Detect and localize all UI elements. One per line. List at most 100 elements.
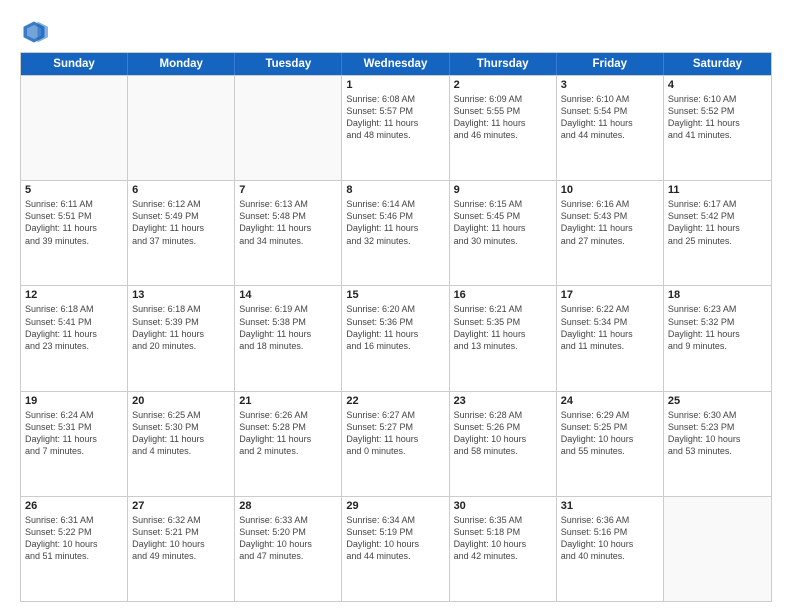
day-info: Sunrise: 6:08 AM Sunset: 5:57 PM Dayligh… [346,93,444,142]
day-number: 9 [454,184,552,196]
page: SundayMondayTuesdayWednesdayThursdayFrid… [0,0,792,612]
day-info: Sunrise: 6:15 AM Sunset: 5:45 PM Dayligh… [454,198,552,247]
day-info: Sunrise: 6:26 AM Sunset: 5:28 PM Dayligh… [239,409,337,458]
calendar-cell: 25 Sunrise: 6:30 AM Sunset: 5:23 PM Dayli… [664,392,771,496]
calendar-cell: 21 Sunrise: 6:26 AM Sunset: 5:28 PM Dayli… [235,392,342,496]
calendar-cell: 22 Sunrise: 6:27 AM Sunset: 5:27 PM Dayli… [342,392,449,496]
calendar-cell: 8 Sunrise: 6:14 AM Sunset: 5:46 PM Daylig… [342,181,449,285]
calendar-cell: 14Sunrise: 6:19 AM Sunset: 5:38 PM Dayli… [235,286,342,390]
day-number: 25 [668,395,767,407]
calendar-cell: 17 Sunrise: 6:22 AM Sunset: 5:34 PM Dayli… [557,286,664,390]
calendar-cell: 24 Sunrise: 6:29 AM Sunset: 5:25 PM Dayli… [557,392,664,496]
day-number: 29 [346,500,444,512]
day-number: 7 [239,184,337,196]
day-info: Sunrise: 6:18 AM Sunset: 5:41 PM Dayligh… [25,303,123,352]
calendar-row: 26 Sunrise: 6:31 AM Sunset: 5:22 PM Dayli… [21,496,771,601]
calendar-cell: 26 Sunrise: 6:31 AM Sunset: 5:22 PM Dayli… [21,497,128,601]
weekday-header: Sunday [21,53,128,75]
calendar-cell [21,76,128,180]
day-info: Sunrise: 6:25 AM Sunset: 5:30 PM Dayligh… [132,409,230,458]
calendar-cell [128,76,235,180]
day-info: Sunrise: 6:17 AM Sunset: 5:42 PM Dayligh… [668,198,767,247]
day-number: 20 [132,395,230,407]
day-number: 12 [25,289,123,301]
calendar-cell: 5 Sunrise: 6:11 AM Sunset: 5:51 PM Daylig… [21,181,128,285]
weekday-header: Thursday [450,53,557,75]
day-info: Sunrise: 6:20 AM Sunset: 5:36 PM Dayligh… [346,303,444,352]
day-info: Sunrise: 6:22 AM Sunset: 5:34 PM Dayligh… [561,303,659,352]
day-info: Sunrise: 6:29 AM Sunset: 5:25 PM Dayligh… [561,409,659,458]
calendar-cell: 18 Sunrise: 6:23 AM Sunset: 5:32 PM Dayli… [664,286,771,390]
day-info: Sunrise: 6:11 AM Sunset: 5:51 PM Dayligh… [25,198,123,247]
calendar-cell: 31 Sunrise: 6:36 AM Sunset: 5:16 PM Dayli… [557,497,664,601]
weekday-header: Monday [128,53,235,75]
day-number: 4 [668,79,767,91]
day-number: 28 [239,500,337,512]
calendar-cell: 27 Sunrise: 6:32 AM Sunset: 5:21 PM Dayli… [128,497,235,601]
calendar-cell: 29Sunrise: 6:34 AM Sunset: 5:19 PM Dayli… [342,497,449,601]
day-number: 6 [132,184,230,196]
calendar-row: 5 Sunrise: 6:11 AM Sunset: 5:51 PM Daylig… [21,180,771,285]
weekday-header: Tuesday [235,53,342,75]
calendar-cell: 11 Sunrise: 6:17 AM Sunset: 5:42 PM Dayli… [664,181,771,285]
day-info: Sunrise: 6:31 AM Sunset: 5:22 PM Dayligh… [25,514,123,563]
day-info: Sunrise: 6:23 AM Sunset: 5:32 PM Dayligh… [668,303,767,352]
day-number: 22 [346,395,444,407]
calendar-cell: 6 Sunrise: 6:12 AM Sunset: 5:49 PM Daylig… [128,181,235,285]
day-number: 2 [454,79,552,91]
day-info: Sunrise: 6:33 AM Sunset: 5:20 PM Dayligh… [239,514,337,563]
header [20,18,772,46]
calendar-body: 1 Sunrise: 6:08 AM Sunset: 5:57 PM Daylig… [21,75,771,601]
calendar-header-row: SundayMondayTuesdayWednesdayThursdayFrid… [21,53,771,75]
day-number: 5 [25,184,123,196]
weekday-header: Wednesday [342,53,449,75]
day-info: Sunrise: 6:30 AM Sunset: 5:23 PM Dayligh… [668,409,767,458]
calendar-cell: 12 Sunrise: 6:18 AM Sunset: 5:41 PM Dayli… [21,286,128,390]
calendar-cell: 7 Sunrise: 6:13 AM Sunset: 5:48 PM Daylig… [235,181,342,285]
calendar-row: 1 Sunrise: 6:08 AM Sunset: 5:57 PM Daylig… [21,75,771,180]
calendar-row: 19 Sunrise: 6:24 AM Sunset: 5:31 PM Dayli… [21,391,771,496]
day-number: 17 [561,289,659,301]
day-info: Sunrise: 6:18 AM Sunset: 5:39 PM Dayligh… [132,303,230,352]
day-number: 3 [561,79,659,91]
day-number: 23 [454,395,552,407]
calendar-cell: 23 Sunrise: 6:28 AM Sunset: 5:26 PM Dayli… [450,392,557,496]
day-info: Sunrise: 6:14 AM Sunset: 5:46 PM Dayligh… [346,198,444,247]
calendar-cell: 13 Sunrise: 6:18 AM Sunset: 5:39 PM Dayli… [128,286,235,390]
weekday-header: Friday [557,53,664,75]
day-info: Sunrise: 6:28 AM Sunset: 5:26 PM Dayligh… [454,409,552,458]
calendar-cell: 1 Sunrise: 6:08 AM Sunset: 5:57 PM Daylig… [342,76,449,180]
day-number: 30 [454,500,552,512]
day-number: 11 [668,184,767,196]
weekday-header: Saturday [664,53,771,75]
day-number: 21 [239,395,337,407]
day-number: 19 [25,395,123,407]
day-number: 27 [132,500,230,512]
day-number: 10 [561,184,659,196]
calendar-cell: 15Sunrise: 6:20 AM Sunset: 5:36 PM Dayli… [342,286,449,390]
day-number: 24 [561,395,659,407]
day-number: 31 [561,500,659,512]
day-info: Sunrise: 6:10 AM Sunset: 5:52 PM Dayligh… [668,93,767,142]
logo-icon [20,18,48,46]
day-number: 26 [25,500,123,512]
day-info: Sunrise: 6:13 AM Sunset: 5:48 PM Dayligh… [239,198,337,247]
calendar-cell: 28 Sunrise: 6:33 AM Sunset: 5:20 PM Dayli… [235,497,342,601]
day-info: Sunrise: 6:32 AM Sunset: 5:21 PM Dayligh… [132,514,230,563]
calendar-cell [235,76,342,180]
calendar-cell: 20 Sunrise: 6:25 AM Sunset: 5:30 PM Dayli… [128,392,235,496]
calendar-cell: 30Sunrise: 6:35 AM Sunset: 5:18 PM Dayli… [450,497,557,601]
calendar-cell: 2Sunrise: 6:09 AM Sunset: 5:55 PM Daylig… [450,76,557,180]
day-number: 13 [132,289,230,301]
day-number: 1 [346,79,444,91]
day-info: Sunrise: 6:27 AM Sunset: 5:27 PM Dayligh… [346,409,444,458]
day-number: 8 [346,184,444,196]
day-info: Sunrise: 6:12 AM Sunset: 5:49 PM Dayligh… [132,198,230,247]
calendar-cell: 16Sunrise: 6:21 AM Sunset: 5:35 PM Dayli… [450,286,557,390]
calendar-cell: 9 Sunrise: 6:15 AM Sunset: 5:45 PM Daylig… [450,181,557,285]
day-info: Sunrise: 6:36 AM Sunset: 5:16 PM Dayligh… [561,514,659,563]
calendar-row: 12 Sunrise: 6:18 AM Sunset: 5:41 PM Dayli… [21,285,771,390]
day-info: Sunrise: 6:24 AM Sunset: 5:31 PM Dayligh… [25,409,123,458]
day-number: 18 [668,289,767,301]
calendar-cell: 3Sunrise: 6:10 AM Sunset: 5:54 PM Daylig… [557,76,664,180]
